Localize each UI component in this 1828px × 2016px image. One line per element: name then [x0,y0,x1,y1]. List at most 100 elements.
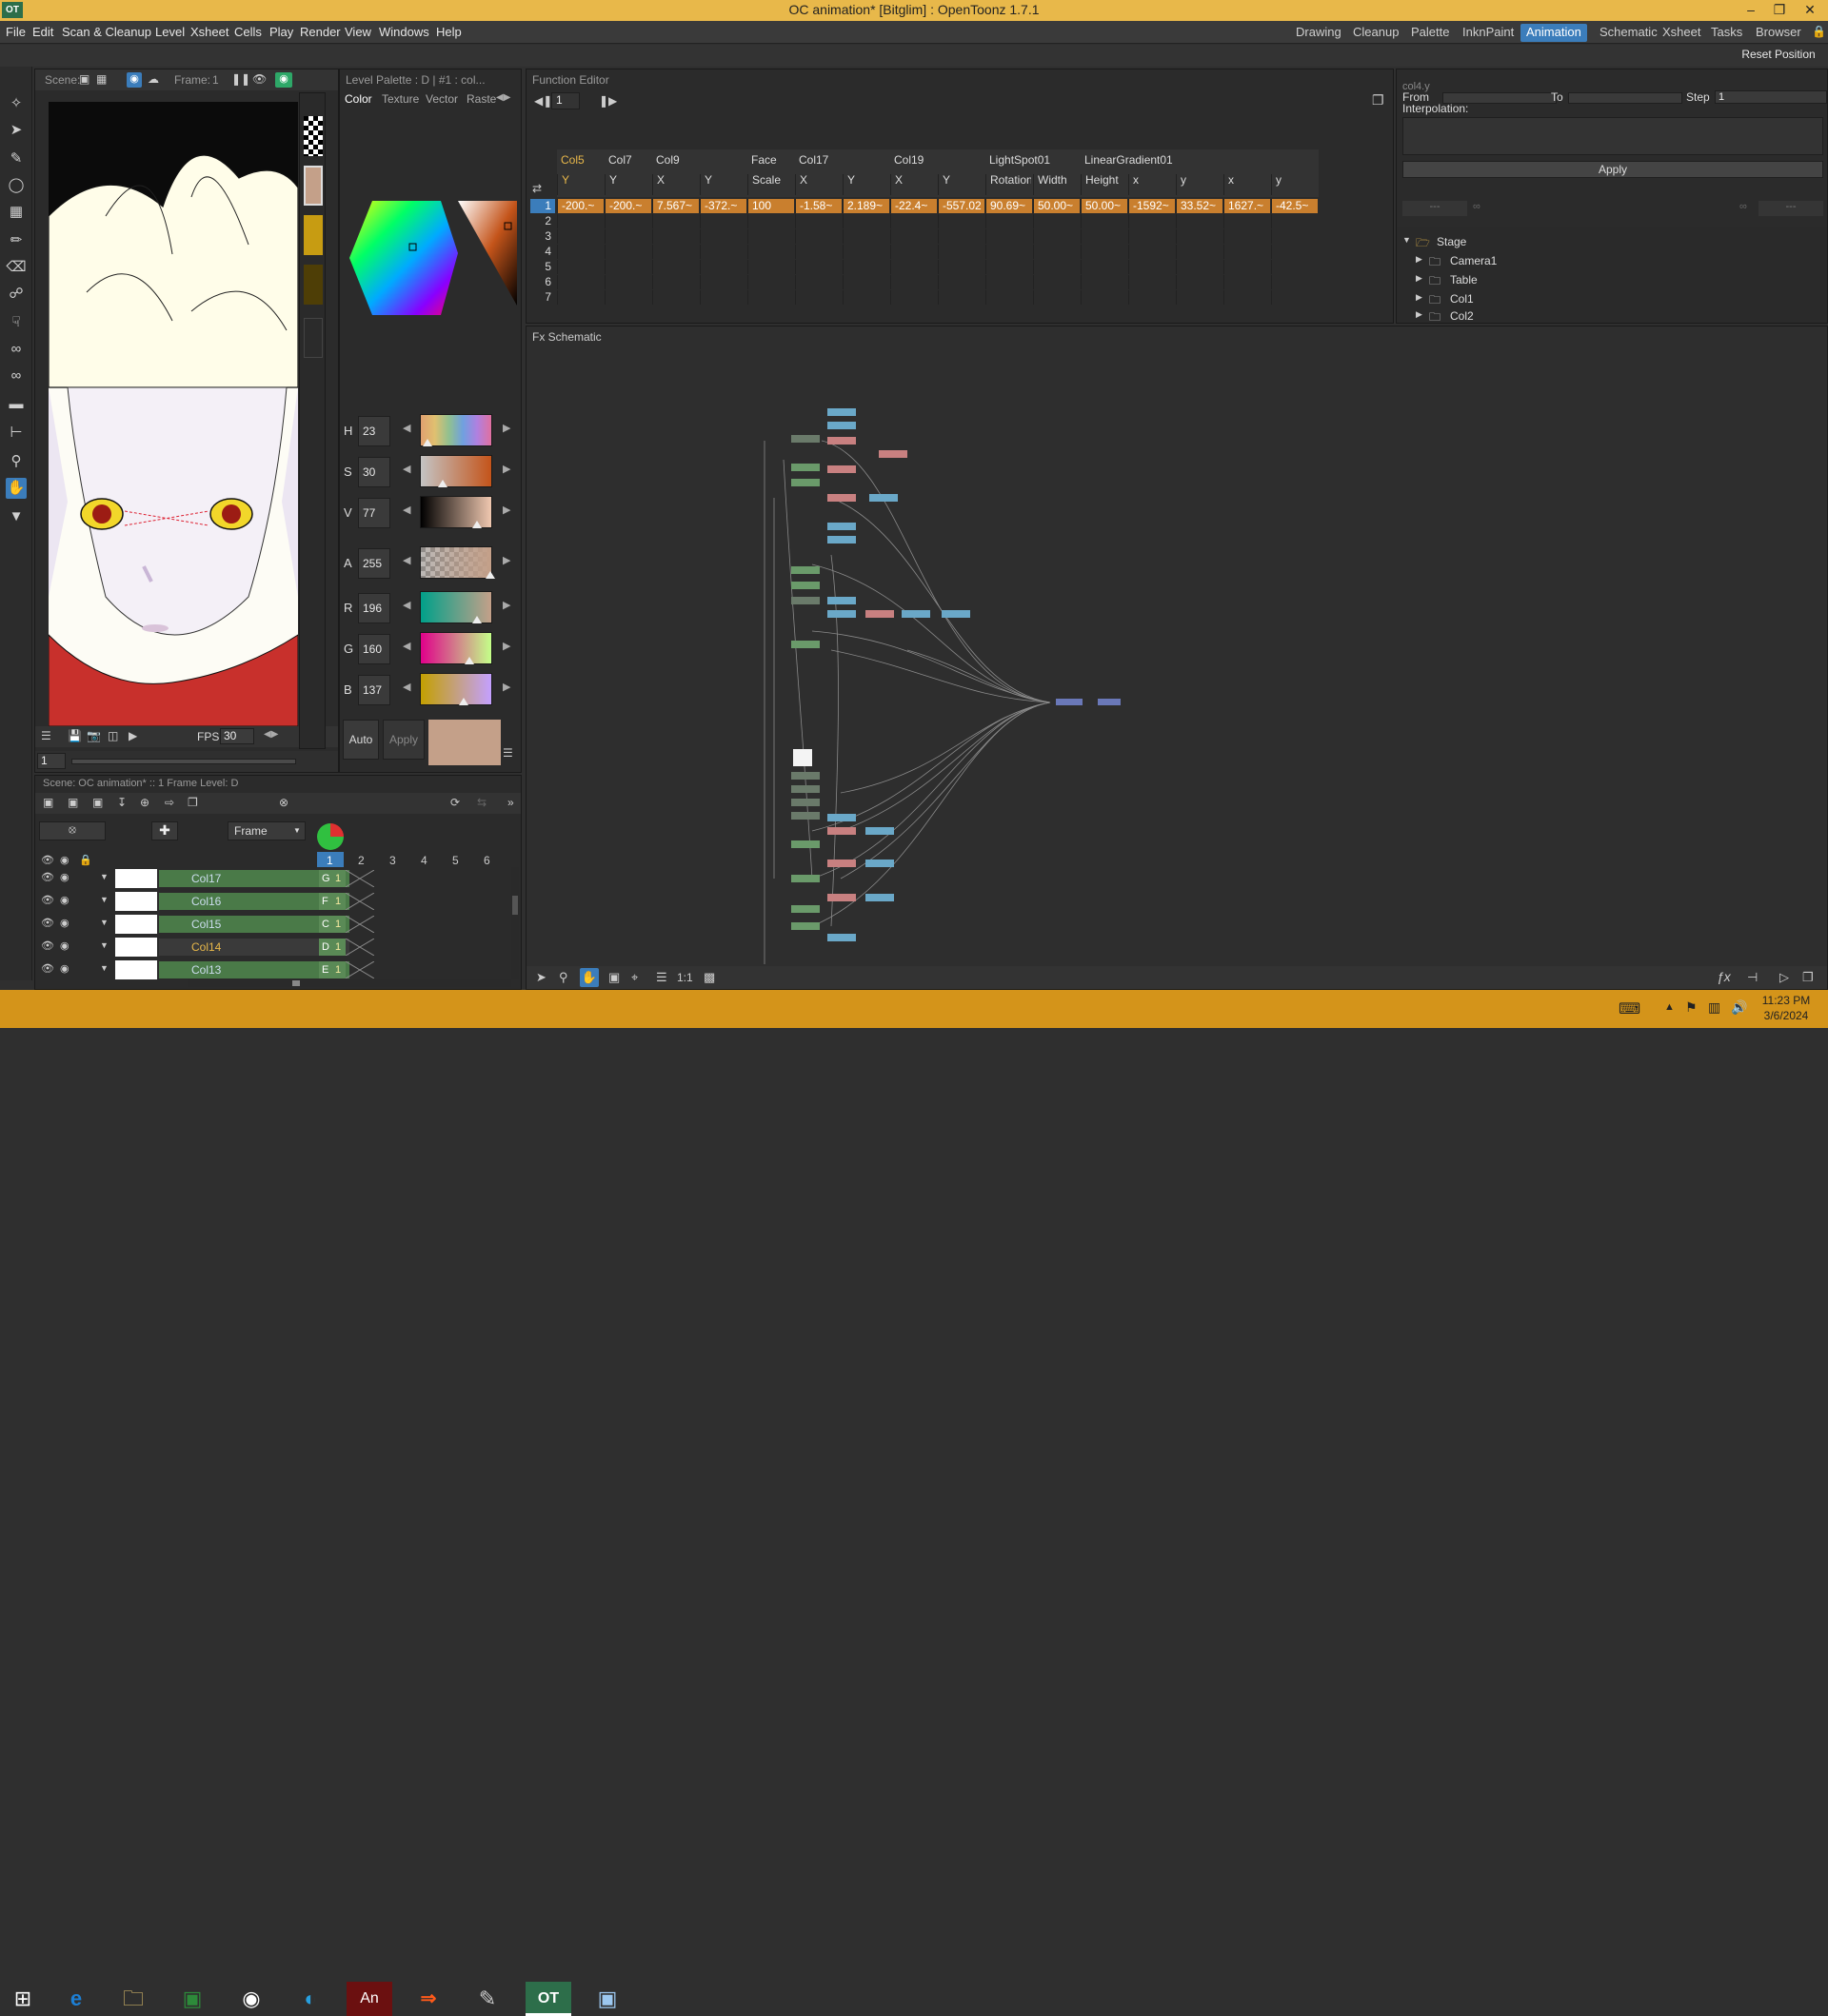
tree-item-col2[interactable]: ▶ 🗀 Col2 [1416,307,1816,323]
toggle-sync-icon[interactable]: ⇄ [532,182,542,195]
function-cell[interactable] [985,214,1032,228]
expand-icon[interactable]: ▶ [1416,273,1422,284]
blue-input[interactable]: 137 [358,675,390,705]
toggle-graph-icon[interactable]: ❐ [1372,92,1384,109]
brush-tool-icon[interactable]: ✎ [6,148,27,169]
function-cell[interactable] [557,245,604,259]
style-chip-dark-gold[interactable] [304,265,323,305]
new-toonz-raster-icon[interactable]: ▣ [68,796,78,809]
function-cell[interactable] [1176,214,1222,228]
menu-xsheet[interactable]: Xsheet [190,25,228,39]
function-cell[interactable] [890,275,937,289]
chevron-right-icon[interactable]: ▶ [503,422,510,434]
function-cell[interactable] [890,214,937,228]
function-cell[interactable] [1271,229,1318,244]
function-cell[interactable] [795,245,842,259]
function-spreadsheet[interactable]: Col5 Col7 Col9 Face Col17 Col19 LightSpot01 Lin… [530,149,1383,317]
function-group-header[interactable]: LightSpot01 [985,153,1079,170]
function-channel-header[interactable]: X [890,174,936,195]
cell-frame[interactable]: 1 [332,893,346,910]
transparent-style-chip[interactable] [304,116,323,156]
function-cell[interactable] [1223,260,1270,274]
function-cell[interactable] [985,275,1032,289]
grid-icon[interactable]: ▦ [96,72,107,86]
hand-mode-icon[interactable]: ✋ [580,968,599,987]
function-cell[interactable] [700,260,746,274]
frame-number[interactable]: 4 [421,854,427,867]
function-cell[interactable] [700,290,746,305]
function-channel-header[interactable]: y [1271,174,1317,195]
function-channel-header[interactable]: x [1223,174,1269,195]
function-cell[interactable] [1081,260,1127,274]
function-group-header[interactable]: Col17 [795,153,888,170]
sub-camera-icon[interactable]: ☁ [148,72,159,86]
expand-icon[interactable]: ▶ [1416,292,1422,303]
function-cell[interactable] [1033,229,1080,244]
animate-tool-icon[interactable]: ✧ [6,93,27,114]
function-channel-header[interactable]: Y [605,174,650,195]
function-cell[interactable] [1271,260,1318,274]
function-cell[interactable] [1081,245,1127,259]
function-cell[interactable] [938,229,984,244]
flag-icon[interactable]: ⚑ [1685,999,1698,1016]
room-tasks[interactable]: Tasks [1705,24,1748,42]
link-icon[interactable]: ∞ [1473,201,1480,212]
toggle-orientation-icon[interactable]: ⦻ [39,821,106,840]
internet-explorer-icon[interactable]: e [53,1982,99,2016]
chevron-right-icon[interactable]: ▶ [503,554,510,566]
function-cell[interactable] [557,290,604,305]
chevron-right-icon[interactable]: ▶ [503,504,510,516]
xsheet-column-row[interactable]: 👁 ◉ ▼ Col16 F 1 [35,890,521,913]
reorder-nodes-icon[interactable]: ☰ [656,970,667,985]
notepad-icon[interactable]: ✎ [465,1982,510,2016]
menu-scan-cleanup[interactable]: Scan & Cleanup [62,25,151,39]
more-tools-chevron-down-icon[interactable]: ▼ [6,506,27,527]
auto-button[interactable]: Auto [343,720,379,760]
function-cell[interactable]: -372.~ [700,199,746,213]
compare-icon[interactable]: ◫ [108,729,118,742]
expand-icon[interactable]: ▶ [1416,254,1422,265]
duplicate-icon[interactable]: ❐ [188,796,198,809]
function-cell[interactable] [1128,214,1175,228]
room-palette[interactable]: Palette [1405,24,1455,42]
chevron-down-icon[interactable]: ▼ [100,895,109,904]
step-input[interactable]: 1 [1715,90,1827,104]
room-schematic[interactable]: Schematic [1594,24,1663,42]
function-cell[interactable] [605,229,651,244]
cell-frame[interactable]: 1 [332,916,346,933]
function-cell[interactable] [700,229,746,244]
style-picker-tool-icon[interactable]: ∞ [6,339,27,360]
function-cell[interactable] [652,245,699,259]
function-cell[interactable]: -22.4~ [890,199,937,213]
function-channel-header[interactable]: Height [1081,174,1126,195]
function-cell[interactable] [1033,275,1080,289]
xsheet-column-row[interactable]: 👁 ◉ ▼ Col14 D 1 [35,936,521,959]
camstand-icon[interactable]: ◉ [60,917,70,929]
keyboard-icon[interactable]: ⌨ [1619,999,1640,1018]
menu-file[interactable]: File [6,25,26,39]
chevron-left-icon[interactable]: ◀ [403,681,410,693]
chrome-icon[interactable]: ◉ [228,1982,274,2016]
function-cell[interactable] [938,290,984,305]
function-channel-header[interactable]: Y [557,174,603,195]
eye-icon[interactable]: 👁 [41,939,54,952]
room-cleanup[interactable]: Cleanup [1347,24,1404,42]
function-cell[interactable] [747,290,794,305]
hand-tool-icon[interactable]: ✋ [6,478,27,499]
function-cell[interactable] [843,290,889,305]
fill-tool-icon[interactable]: ▦ [6,202,27,223]
function-cell[interactable] [605,245,651,259]
function-channel-header[interactable]: Scale [747,174,793,195]
fx-icon[interactable]: ƒx [1717,969,1731,984]
preview-icon[interactable]: ◉ [127,72,142,88]
clock-time[interactable]: 11:23 PM [1758,994,1815,1007]
minimize-icon[interactable]: – [1737,0,1765,21]
function-cell[interactable] [652,290,699,305]
frame-number[interactable]: 3 [389,854,396,867]
lock-rooms-icon[interactable]: 🔒 [1812,25,1826,38]
room-drawing[interactable]: Drawing [1290,24,1347,42]
fps-stepper-icon[interactable]: ◀▶ [264,729,278,740]
function-cell[interactable] [985,290,1032,305]
function-cell[interactable] [890,260,937,274]
camstand-icon[interactable]: ◉ [60,962,70,975]
